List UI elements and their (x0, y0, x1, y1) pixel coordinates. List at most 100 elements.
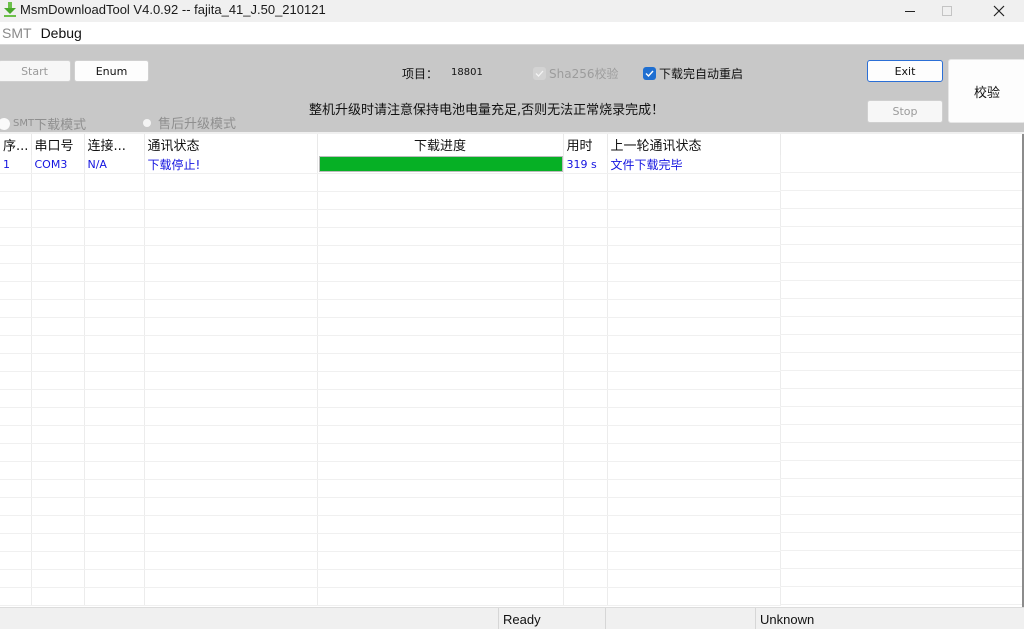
column-header-last-status[interactable]: 上一轮通讯状态 (607, 134, 781, 155)
cell-empty (563, 569, 608, 588)
row-filler (780, 299, 1022, 317)
column-header-index[interactable]: 序... (0, 134, 32, 155)
cell-empty (84, 407, 145, 426)
start-button[interactable]: Start (0, 60, 71, 82)
table-row-empty (0, 569, 781, 588)
column-header-status[interactable]: 通讯状态 (144, 134, 318, 155)
status-middle (605, 608, 755, 629)
cell-empty (317, 173, 564, 192)
cell-empty (84, 191, 145, 210)
smt-download-mode-radio[interactable]: SMT 下载模式 (0, 114, 86, 133)
cell-empty (144, 533, 318, 552)
column-header-connection[interactable]: 连接... (84, 134, 145, 155)
cell-empty (31, 461, 85, 480)
cell-empty (607, 173, 781, 192)
cell-empty (563, 587, 608, 606)
cell-empty (84, 299, 145, 318)
table-row-empty (0, 389, 781, 408)
cell-empty (31, 191, 85, 210)
row-filler (780, 425, 1022, 443)
cell-empty (0, 173, 32, 192)
row-filler (780, 155, 1022, 173)
column-header-progress[interactable]: 下载进度 (317, 134, 564, 155)
cell-empty (31, 371, 85, 390)
cell-last-status: 文件下载完毕 (607, 155, 781, 174)
cell-empty (607, 497, 781, 516)
cell-empty (563, 245, 608, 264)
row-filler (780, 209, 1022, 227)
cell-empty (607, 551, 781, 570)
cell-empty (0, 299, 32, 318)
cell-port: COM3 (31, 155, 85, 174)
cell-empty (0, 191, 32, 210)
table-row-empty (0, 173, 781, 192)
cell-empty (144, 443, 318, 462)
cell-connection: N/A (84, 155, 145, 174)
exit-button[interactable]: Exit (867, 60, 943, 82)
cell-empty (31, 209, 85, 228)
cell-empty (607, 425, 781, 444)
menu-smt[interactable]: SMT (0, 22, 39, 44)
cell-empty (317, 335, 564, 354)
cell-empty (31, 227, 85, 246)
enum-button[interactable]: Enum (74, 60, 149, 82)
cell-empty (31, 299, 85, 318)
cell-empty (317, 227, 564, 246)
download-progress-bar (318, 156, 562, 172)
cell-empty (607, 515, 781, 534)
cell-empty (563, 299, 608, 318)
column-header-elapsed[interactable]: 用时 (563, 134, 608, 155)
cell-empty (317, 317, 564, 336)
cell-empty (607, 587, 781, 606)
cell-empty (84, 335, 145, 354)
row-filler (780, 317, 1022, 335)
smt-mode-prefix: SMT (13, 118, 35, 129)
cell-elapsed: 319 s (563, 155, 608, 174)
table-row-empty (0, 299, 781, 318)
cell-empty (144, 263, 318, 282)
cell-empty (31, 389, 85, 408)
cell-empty (563, 443, 608, 462)
row-filler (780, 245, 1022, 263)
maximize-button[interactable] (924, 0, 970, 22)
cell-empty (317, 551, 564, 570)
cell-empty (563, 407, 608, 426)
cell-empty (144, 281, 318, 300)
cell-empty (144, 191, 318, 210)
close-button[interactable] (976, 0, 1022, 22)
radio-unselected-icon (0, 117, 10, 130)
verify-button[interactable]: 校验 (948, 59, 1024, 123)
auto-reboot-checkbox[interactable]: 下载完自动重启 (643, 65, 743, 82)
cell-empty (0, 407, 32, 426)
cell-empty (0, 533, 32, 552)
column-header-port[interactable]: 串口号 (31, 134, 85, 155)
cell-empty (317, 587, 564, 606)
cell-empty (31, 263, 85, 282)
cell-empty (607, 263, 781, 282)
status-state: Unknown (755, 608, 1024, 629)
table-row-empty (0, 281, 781, 300)
cell-empty (84, 497, 145, 516)
menu-debug[interactable]: Debug (39, 22, 89, 44)
table-row-empty (0, 443, 781, 462)
sha256-checkbox[interactable]: Sha256校验 (533, 65, 618, 82)
cell-empty (31, 533, 85, 552)
cell-empty (607, 227, 781, 246)
cell-index: 1 (0, 155, 32, 174)
sha256-label: Sha256校验 (549, 67, 619, 81)
cell-empty (144, 515, 318, 534)
cell-empty (0, 587, 32, 606)
cell-empty (317, 461, 564, 480)
cell-empty (84, 587, 145, 606)
cell-empty (563, 551, 608, 570)
table-row-empty (0, 209, 781, 228)
stop-button[interactable]: Stop (867, 100, 943, 123)
table-row[interactable]: 1 COM3 N/A 下载停止! 319 s 文件下载完毕 (0, 155, 781, 174)
row-filler (780, 281, 1022, 299)
aftersale-upgrade-mode-radio[interactable]: 售后升级模式 (143, 113, 236, 132)
cell-empty (31, 479, 85, 498)
menu-bar: SMT Debug (0, 22, 1024, 44)
window-title: MsmDownloadTool V4.0.92 -- fajita_41_J.5… (20, 2, 326, 17)
cell-empty (563, 227, 608, 246)
cell-empty (84, 461, 145, 480)
